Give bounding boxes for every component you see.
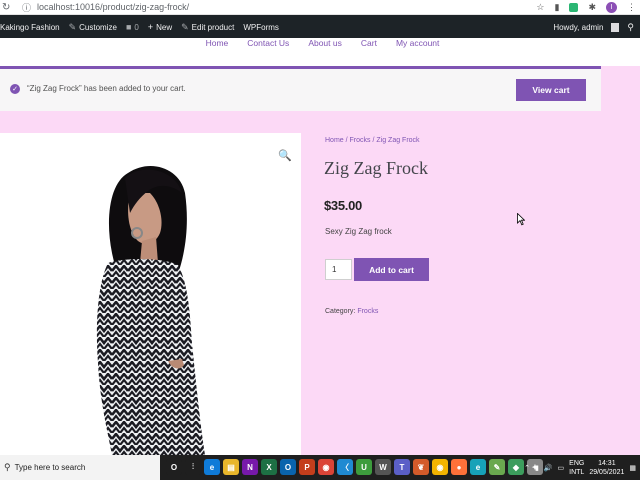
clock[interactable]: 14:31 29/05/2021: [589, 459, 624, 477]
file-explorer-icon[interactable]: ▤: [223, 459, 239, 475]
nav-item-contact[interactable]: Contact Us: [242, 38, 289, 52]
product-category: Category: Frocks: [325, 308, 378, 315]
outlook-icon[interactable]: O: [280, 459, 296, 475]
volume-icon[interactable]: 🔊: [544, 464, 553, 472]
powerpoint-icon[interactable]: P: [299, 459, 315, 475]
search-icon[interactable]: ⚲: [627, 22, 634, 33]
wp-admin-bar: Kakingo Fashion ✎ Customize ■ 0 + New ✎ Edit…: [0, 15, 640, 39]
notice-message: “Zig Zag Frock” has been added to your c…: [27, 84, 186, 93]
local-wp-icon[interactable]: ❦: [413, 459, 429, 475]
taskbar-search[interactable]: ⚲ Type here to search: [0, 455, 160, 480]
view-cart-button[interactable]: View cart: [516, 79, 586, 101]
nav-item-account[interactable]: My account: [391, 38, 439, 52]
pencil-icon: ✎: [181, 21, 189, 32]
add-to-cart-button[interactable]: Add to cart: [354, 258, 429, 281]
lang-bottom: INTL: [569, 468, 585, 476]
header-spacer: [0, 52, 640, 66]
breadcrumb-home[interactable]: Home: [325, 137, 344, 144]
edge-canary-icon[interactable]: e: [470, 459, 486, 475]
site-name-label: Kakingo Fashion: [0, 22, 60, 32]
star-icon[interactable]: ☆: [536, 2, 544, 13]
task-view-icon[interactable]: ⫶: [185, 459, 201, 475]
excel-icon[interactable]: X: [261, 459, 277, 475]
vscode-icon[interactable]: 〈: [337, 459, 353, 475]
chrome-icon[interactable]: ◉: [318, 459, 334, 475]
breadcrumb-category[interactable]: Frocks: [350, 137, 371, 144]
admin-new[interactable]: + New: [148, 22, 172, 32]
product-title: Zig Zag Frock: [324, 158, 428, 178]
zoom-icon[interactable]: 🔍: [278, 149, 292, 162]
customize-label: Customize: [79, 22, 117, 32]
check-icon: ✓: [10, 84, 20, 94]
product-price: $35.00: [324, 198, 362, 213]
app-diamond-icon[interactable]: ◆: [508, 459, 524, 475]
puzzle-icon[interactable]: ✱: [588, 2, 596, 13]
admin-wpforms[interactable]: WPForms: [243, 23, 279, 32]
shield-extension-icon[interactable]: [569, 3, 579, 12]
windows-taskbar: ⚲ Type here to search O ⫶ e ▤ N X O P ◉ 〈 U W T ❦ ◉ ● e ✎…: [0, 455, 640, 480]
admin-edit-product[interactable]: ✎ Edit product: [181, 22, 234, 33]
cart-notice: ✓ “Zig Zag Frock” has been added to your…: [0, 66, 601, 111]
extension-icon[interactable]: ▮: [555, 2, 560, 13]
network-icon[interactable]: ▮: [535, 464, 539, 472]
chevron-up-icon[interactable]: ⌃: [524, 464, 530, 472]
system-tray: ⌃ ▮ 🔊 ▭ ENG INTL 14:31 29/05/2021 ▦: [524, 455, 640, 480]
plus-icon: +: [147, 22, 154, 32]
onenote-icon[interactable]: N: [242, 459, 258, 475]
brush-icon: ✎: [68, 21, 77, 32]
search-placeholder: Type here to search: [14, 463, 86, 472]
language-indicator[interactable]: ENG INTL: [569, 459, 584, 477]
browser-toolbar: ↻ ⓘ localhost:10016/product/zig-zag-froc…: [0, 0, 640, 15]
cortana-icon[interactable]: O: [166, 459, 182, 475]
mouse-cursor-icon: [517, 213, 525, 226]
nav-item-home[interactable]: Home: [201, 38, 229, 52]
reload-icon[interactable]: ↻: [2, 2, 14, 13]
admin-comments[interactable]: ■ 0: [126, 22, 139, 32]
admin-customize[interactable]: ✎ Customize: [69, 22, 117, 33]
clock-time: 14:31: [598, 459, 616, 467]
teams-icon[interactable]: T: [394, 459, 410, 475]
product-short-description: Sexy Zig Zag frock: [325, 227, 392, 236]
admin-site-name[interactable]: Kakingo Fashion: [0, 23, 60, 32]
browser-actions: ☆ ▮ ✱ I ⋮: [536, 0, 636, 15]
nav-item-cart[interactable]: Cart: [356, 38, 377, 52]
product-image[interactable]: [0, 133, 301, 455]
menu-dots-icon[interactable]: ⋮: [627, 2, 636, 13]
firefox-icon[interactable]: ●: [451, 459, 467, 475]
category-label: Category:: [325, 308, 356, 315]
notification-icon[interactable]: ▦: [629, 464, 636, 472]
edit-product-label: Edit product: [191, 22, 235, 32]
search-icon: ⚲: [4, 462, 11, 472]
clock-date: 29/05/2021: [589, 468, 625, 476]
breadcrumb: Home / Frocks / Zig Zag Frock: [325, 137, 420, 144]
model-photo: [96, 165, 205, 455]
battery-icon[interactable]: ▭: [558, 464, 565, 472]
site-info-icon[interactable]: ⓘ: [22, 1, 31, 14]
admin-account: Howdy, admin ⚲: [553, 15, 634, 39]
wordpress-icon[interactable]: W: [375, 459, 391, 475]
category-link[interactable]: Frocks: [357, 308, 378, 315]
edge-icon[interactable]: e: [204, 459, 220, 475]
taskbar-apps: O ⫶ e ▤ N X O P ◉ 〈 U W T ❦ ◉ ● e ✎ ◆ ✦: [166, 459, 543, 476]
comment-icon: ■: [125, 22, 132, 32]
chrome-active-icon[interactable]: ◉: [432, 459, 448, 475]
address-bar[interactable]: localhost:10016/product/zig-zag-frock/: [37, 2, 189, 12]
quantity-input[interactable]: 1: [325, 259, 352, 280]
profile-avatar[interactable]: I: [606, 2, 617, 13]
breadcrumb-current: Zig Zag Frock: [376, 137, 420, 144]
app-green-icon[interactable]: U: [356, 459, 372, 475]
new-label: New: [156, 22, 173, 32]
lang-top: ENG: [569, 459, 585, 467]
comments-count: 0: [134, 22, 139, 32]
paint-icon[interactable]: ✎: [489, 459, 505, 475]
wpforms-label: WPForms: [243, 22, 279, 32]
primary-navigation: Home Contact Us About us Cart My account: [0, 38, 640, 52]
nav-item-about[interactable]: About us: [303, 38, 342, 52]
howdy-label[interactable]: Howdy, admin: [553, 23, 603, 32]
avatar[interactable]: [611, 22, 620, 32]
